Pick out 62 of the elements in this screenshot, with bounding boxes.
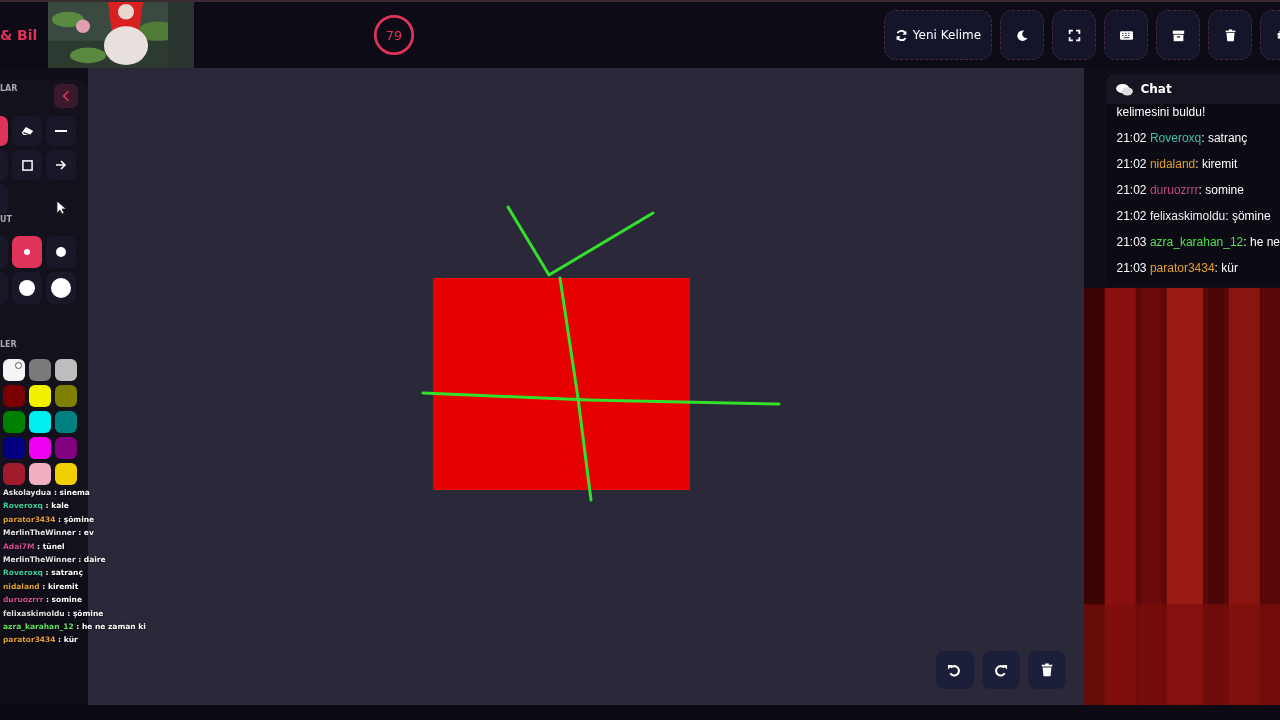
redo-button[interactable] xyxy=(981,651,1020,689)
trash-icon xyxy=(1039,662,1054,678)
color-swatch[interactable] xyxy=(3,463,25,485)
arrow-tool-button[interactable] xyxy=(46,150,76,180)
section-label: LAR xyxy=(0,84,18,93)
size-button[interactable] xyxy=(46,236,76,268)
arrow-icon xyxy=(55,159,67,171)
section-label: UT xyxy=(0,215,12,224)
color-swatch[interactable] xyxy=(55,385,77,407)
undo-icon xyxy=(947,662,962,678)
color-swatch[interactable] xyxy=(55,463,77,485)
color-swatch[interactable] xyxy=(3,437,25,459)
rectangle-tool-button[interactable] xyxy=(12,150,42,180)
color-swatch[interactable] xyxy=(29,385,51,407)
cursor-icon xyxy=(56,200,66,215)
chat-icon xyxy=(1115,82,1133,96)
chat-message: 21:03 azra_karahan_12: he ne xyxy=(1116,234,1280,250)
color-swatch[interactable] xyxy=(55,359,77,381)
chat-message: 21:02 Roveroxq: satranç xyxy=(1116,130,1249,146)
moon-icon xyxy=(1015,28,1029,42)
size-button[interactable] xyxy=(12,272,42,304)
redo-icon xyxy=(993,662,1008,678)
theme-button[interactable] xyxy=(1000,10,1044,60)
color-swatch[interactable] xyxy=(3,385,25,407)
color-swatch[interactable] xyxy=(29,463,51,485)
line-icon xyxy=(55,130,67,132)
chat-message: 21:03 parator3434: kür xyxy=(1116,260,1239,276)
color-swatch[interactable] xyxy=(29,359,51,381)
size-button[interactable] xyxy=(46,272,76,304)
refresh-icon xyxy=(894,28,908,42)
section-label: LER xyxy=(0,340,17,349)
new-word-button[interactable]: Yeni Kelime xyxy=(884,10,992,60)
color-swatch[interactable] xyxy=(55,437,77,459)
archive-button[interactable] xyxy=(1156,10,1200,60)
fullscreen-icon xyxy=(1067,28,1081,42)
trash-button[interactable] xyxy=(1208,10,1252,60)
size-button[interactable] xyxy=(12,236,42,268)
chat-message: 21:02 nidaland: kiremit xyxy=(1116,156,1239,172)
keyboard-button[interactable] xyxy=(1104,10,1148,60)
chat-message: kelimesini buldu! xyxy=(1116,104,1207,120)
color-swatch[interactable] xyxy=(55,411,77,433)
undo-button[interactable] xyxy=(935,651,974,689)
color-swatch[interactable] xyxy=(3,411,25,433)
keyboard-icon xyxy=(1119,28,1133,42)
line-tool-button[interactable] xyxy=(46,116,76,146)
clear-button[interactable] xyxy=(1027,651,1066,689)
chat-message: 21:02 felixaskimoldu: şömine xyxy=(1116,208,1272,224)
square-icon xyxy=(21,159,33,171)
color-swatch[interactable] xyxy=(3,359,25,381)
trash-icon xyxy=(1223,28,1237,42)
collapse-button[interactable] xyxy=(53,84,78,108)
chevron-left-icon xyxy=(61,90,70,102)
eraser-tool-button[interactable] xyxy=(12,116,42,146)
chat-title: Chat xyxy=(1140,82,1172,96)
app-title: & Bil xyxy=(0,27,39,43)
fullscreen-button[interactable] xyxy=(1052,10,1096,60)
chat-message: 21:02 duruozrrr: somine xyxy=(1116,182,1245,198)
eraser-icon xyxy=(20,126,34,136)
archive-icon xyxy=(1171,28,1185,42)
timer: 79 xyxy=(372,13,416,57)
color-swatch[interactable] xyxy=(29,437,51,459)
color-swatch[interactable] xyxy=(29,411,51,433)
